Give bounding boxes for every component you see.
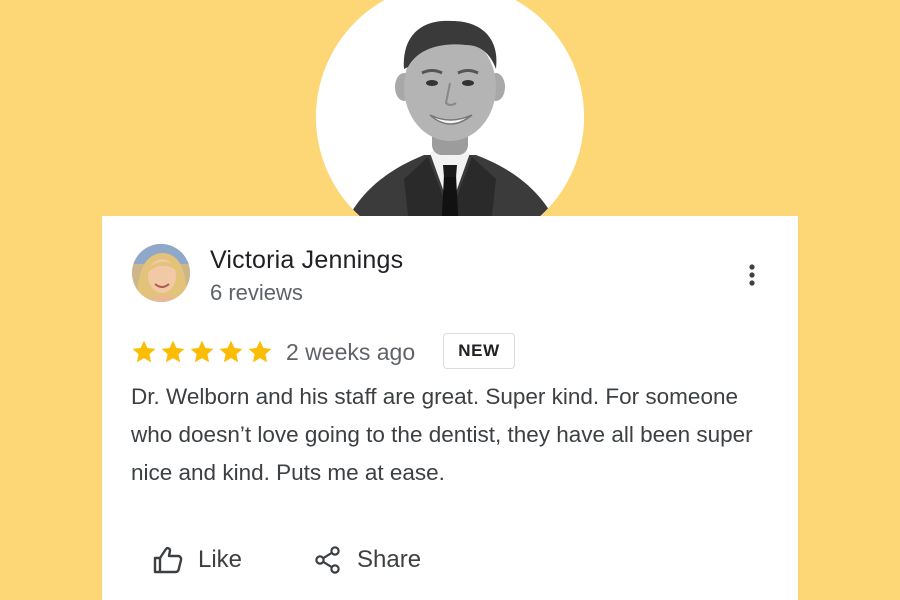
- thumb-up-icon: [153, 546, 183, 574]
- star-icon: [248, 340, 272, 363]
- more-options-button[interactable]: [738, 260, 766, 294]
- star-rating: [130, 338, 274, 366]
- new-badge: NEW: [443, 333, 515, 369]
- share-button[interactable]: Share: [313, 540, 421, 580]
- reviewer-avatar[interactable]: [132, 244, 190, 302]
- star-icon: [132, 340, 156, 363]
- star-icon: [161, 340, 185, 363]
- star-icon: [190, 340, 214, 363]
- like-button[interactable]: Like: [152, 540, 242, 580]
- doctor-portrait: [316, 0, 584, 251]
- review-text: Dr. Welborn and his staff are great. Sup…: [131, 384, 753, 485]
- like-label: Like: [198, 546, 243, 573]
- share-label: Share: [357, 546, 422, 573]
- review-card: Victoria Jennings 6 reviews 2 weeks ago …: [102, 216, 798, 600]
- reviewer-review-count: 6 reviews: [210, 280, 303, 305]
- more-vert-icon: [749, 264, 755, 286]
- review-time: 2 weeks ago: [286, 339, 416, 365]
- share-icon: [315, 546, 340, 574]
- reviewer-name[interactable]: Victoria Jennings: [210, 246, 403, 275]
- star-icon: [219, 340, 243, 363]
